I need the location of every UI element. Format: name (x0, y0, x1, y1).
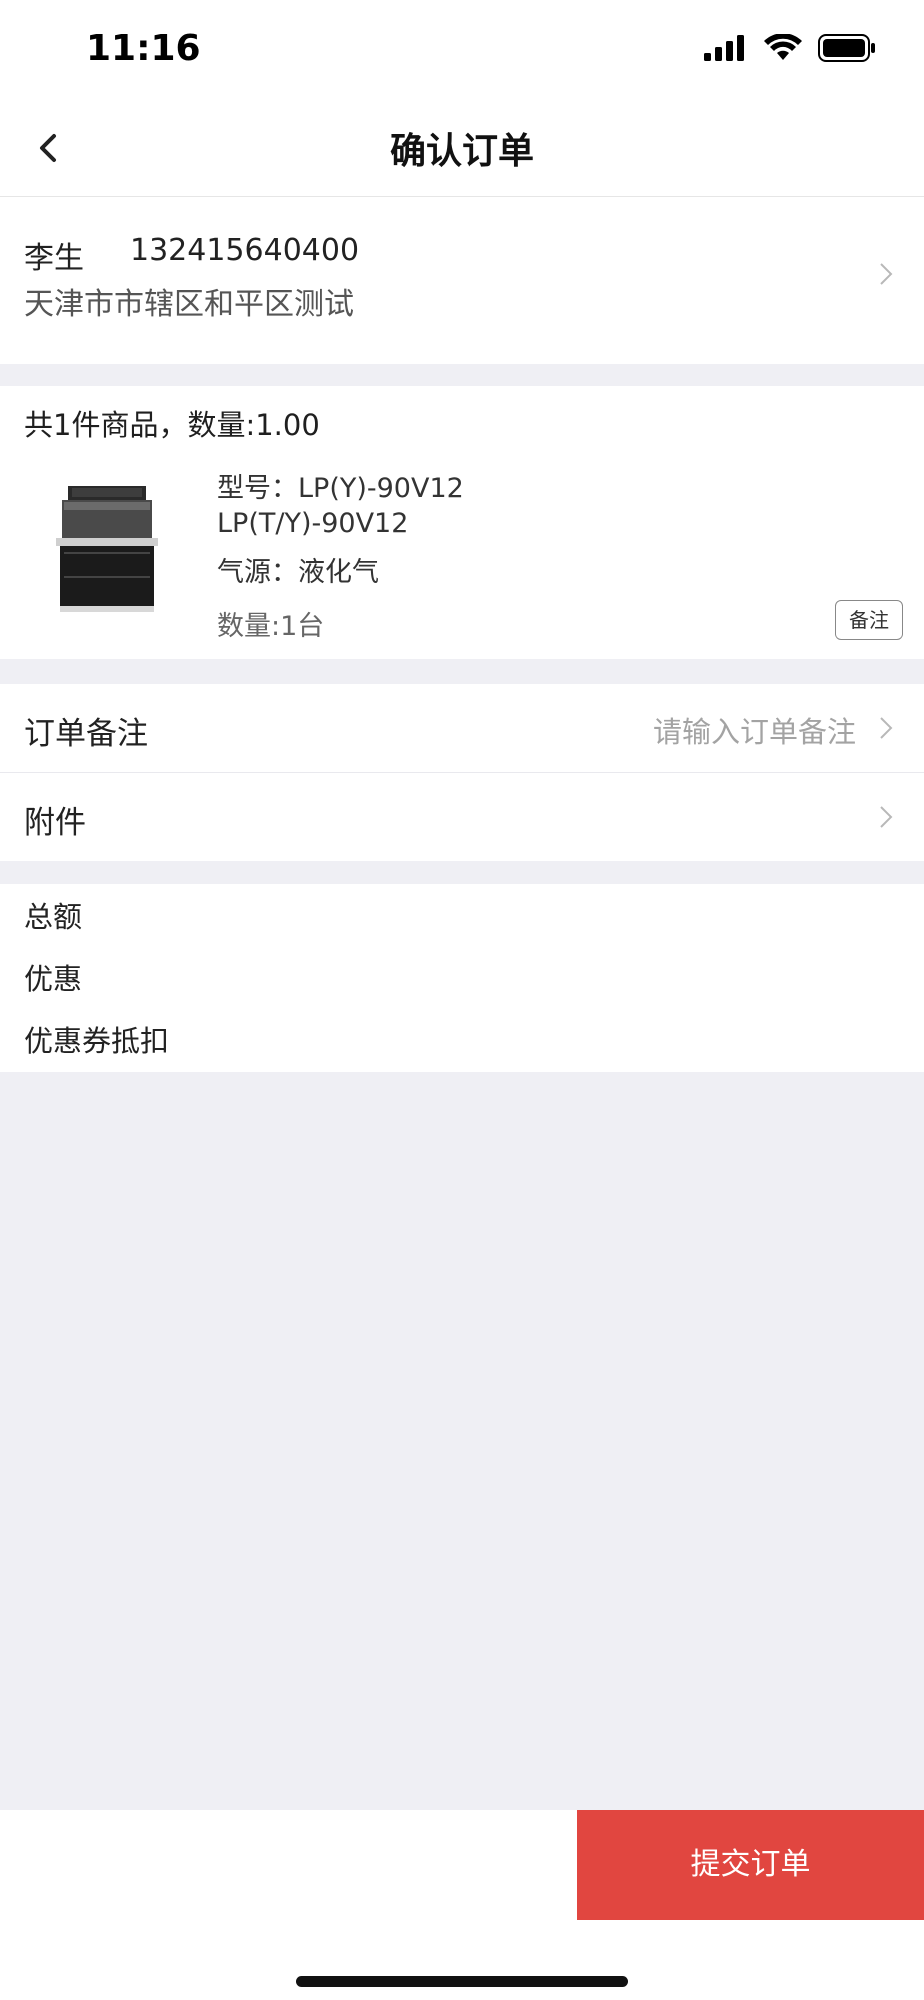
chevron-right-icon (880, 806, 893, 828)
recipient-name: 李生 (24, 241, 84, 276)
item-remark-button[interactable]: 备注 (835, 600, 903, 640)
status-time: 11:16 (86, 28, 201, 69)
chevron-right-icon (880, 263, 893, 285)
recipient-address: 天津市市辖区和平区测试 (24, 287, 354, 322)
attachment-row[interactable]: 附件 (0, 773, 924, 861)
page-title: 确认订单 (389, 131, 534, 172)
status-bar: 11:16 (0, 0, 924, 100)
total-label: 总额 (24, 900, 83, 934)
bottom-bar: 提交订单 (0, 1810, 924, 2000)
goods-card: 共1件商品，数量:1.00 型号：LP(Y)-90V12 LP(T/Y)-90V… (0, 386, 924, 659)
discount-label: 优惠 (24, 962, 83, 996)
attachment-label: 附件 (24, 805, 86, 841)
chevron-right-icon (880, 717, 893, 739)
product-spec-model-alt: LP(T/Y)-90V12 (217, 508, 409, 539)
product-spec-gas: 气源：液化气 (217, 557, 379, 588)
nav-bar: 确认订单 (0, 100, 924, 197)
product-quantity: 数量:1台 (217, 611, 325, 642)
home-indicator[interactable] (296, 1976, 628, 1987)
order-note-label: 订单备注 (24, 716, 148, 752)
cellular-signal-icon (704, 35, 744, 61)
submit-order-button[interactable]: 提交订单 (577, 1810, 924, 1920)
product-image[interactable] (52, 486, 162, 614)
totals-section: 总额 优惠 优惠券抵扣 (0, 884, 924, 1072)
status-icons (704, 34, 876, 62)
coupon-label: 优惠券抵扣 (24, 1024, 170, 1058)
battery-icon (818, 34, 875, 62)
order-note-placeholder[interactable]: 请输入订单备注 (653, 709, 856, 751)
order-note-row[interactable]: 订单备注 请输入订单备注 (0, 684, 924, 772)
goods-summary: 共1件商品，数量:1.00 (24, 408, 320, 442)
product-spec-model: 型号：LP(Y)-90V12 (217, 473, 464, 504)
recipient-phone: 132415640400 (130, 233, 360, 268)
wifi-icon (764, 34, 802, 60)
address-card[interactable]: 李生 132415640400 天津市市辖区和平区测试 (0, 197, 924, 364)
